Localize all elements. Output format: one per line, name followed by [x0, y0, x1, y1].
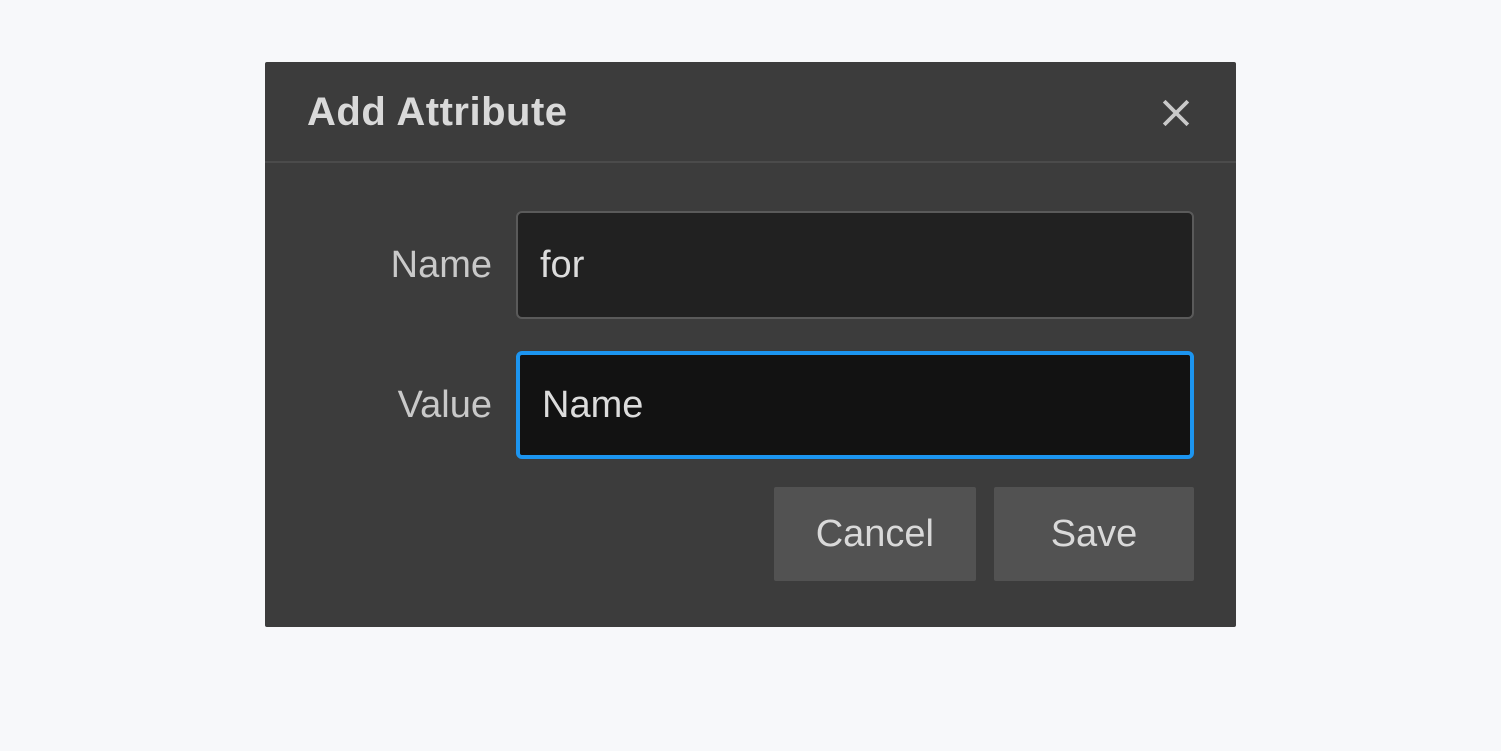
close-icon[interactable]: [1158, 95, 1194, 131]
cancel-button[interactable]: Cancel: [774, 487, 976, 581]
dialog-footer: Cancel Save: [265, 459, 1236, 627]
value-field-row: Value: [307, 351, 1194, 459]
value-input[interactable]: [516, 351, 1194, 459]
add-attribute-dialog: Add Attribute Name Value Cancel Save: [265, 62, 1236, 627]
name-field-label: Name: [307, 244, 492, 287]
value-field-label: Value: [307, 384, 492, 427]
dialog-body: Name Value: [265, 163, 1236, 459]
save-button[interactable]: Save: [994, 487, 1194, 581]
name-input[interactable]: [516, 211, 1194, 319]
name-field-row: Name: [307, 211, 1194, 319]
dialog-title: Add Attribute: [307, 90, 568, 135]
dialog-header: Add Attribute: [265, 62, 1236, 163]
